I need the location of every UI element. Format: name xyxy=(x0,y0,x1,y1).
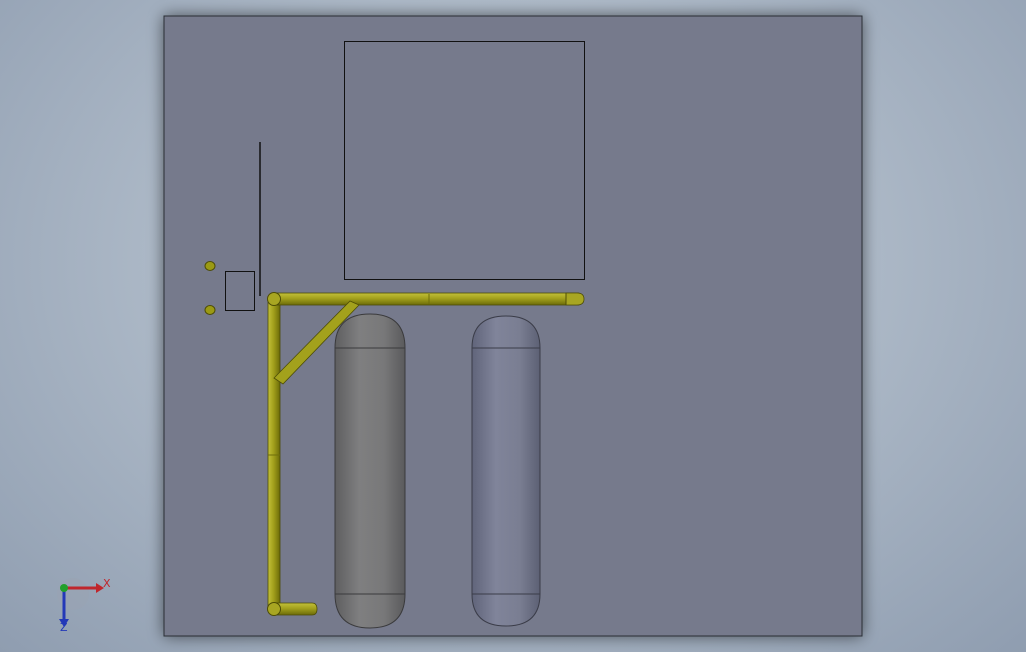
graphics-viewport[interactable]: X Z xyxy=(0,0,1026,652)
tank-right[interactable] xyxy=(471,315,541,627)
model-scene[interactable]: X Z xyxy=(0,0,1026,652)
pipe-vertical[interactable] xyxy=(267,297,281,611)
pipe-elbow-top[interactable] xyxy=(267,292,281,306)
bolt-lower[interactable] xyxy=(204,305,216,315)
z-axis-label: Z xyxy=(60,621,68,634)
bolt-upper[interactable] xyxy=(204,261,216,271)
x-axis-label: X xyxy=(103,577,111,590)
axis-triad: X Z xyxy=(57,577,111,634)
pipe-elbow-bottom[interactable] xyxy=(267,602,281,616)
pipe-end-cap[interactable] xyxy=(565,292,585,306)
tank-left[interactable] xyxy=(334,313,406,629)
pipe-horizontal-top[interactable] xyxy=(272,292,580,306)
y-axis-dot-icon xyxy=(60,584,68,592)
